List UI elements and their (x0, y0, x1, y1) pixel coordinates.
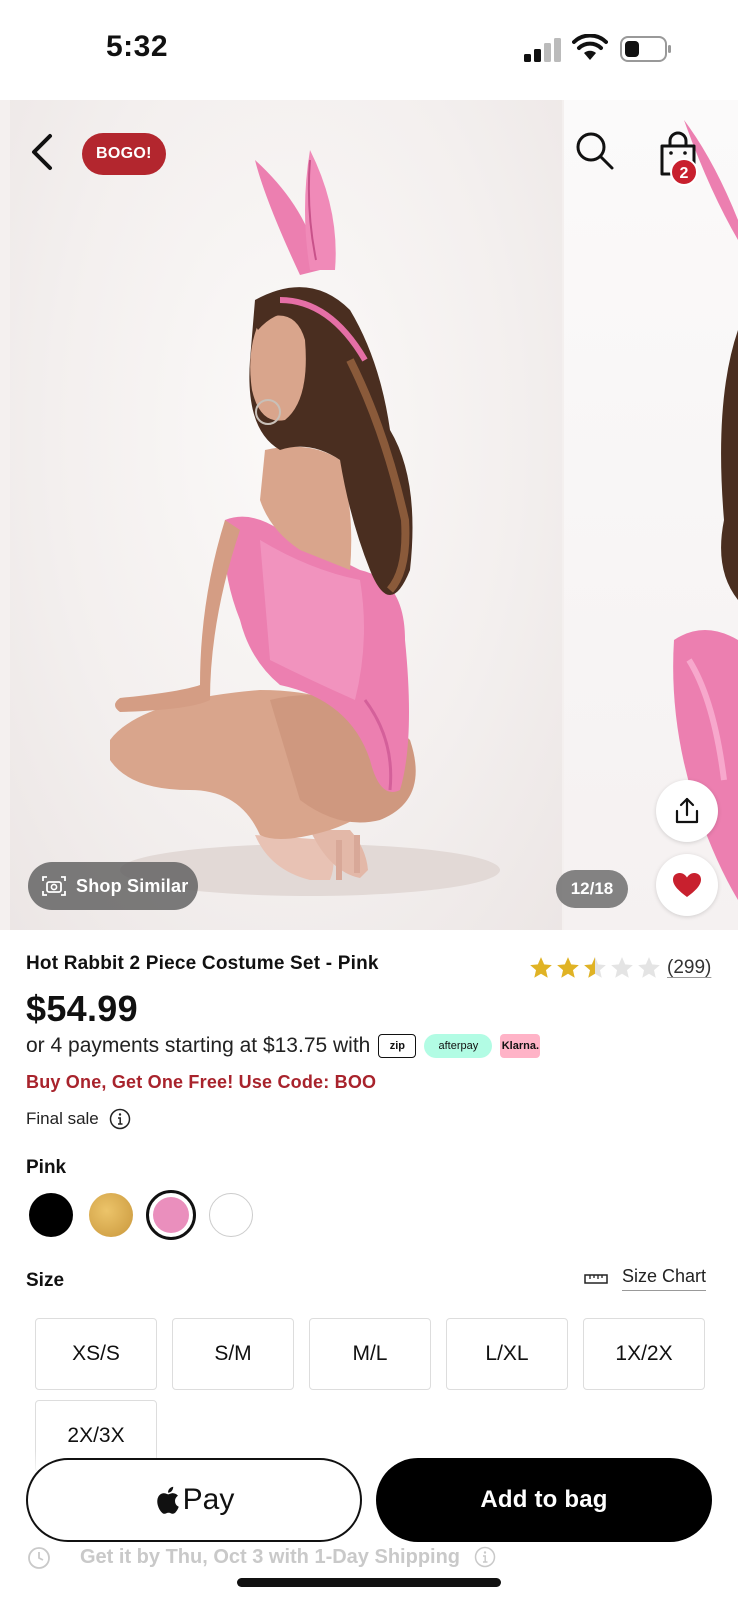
wifi-icon (572, 34, 608, 60)
size-option[interactable]: S/M (172, 1318, 294, 1390)
swatch-fill (29, 1193, 73, 1237)
rating[interactable]: (299) (528, 955, 711, 981)
status-time: 5:32 (106, 30, 169, 63)
heart-icon (673, 873, 701, 897)
size-chart-link[interactable]: Size Chart (584, 1266, 707, 1291)
swatch-gold[interactable] (86, 1190, 136, 1240)
shipping-info: Get it by Thu, Oct 3 with 1-Day Shipping (26, 1540, 726, 1574)
camera-scan-icon (42, 876, 66, 896)
swatch-fill (209, 1193, 253, 1237)
size-option[interactable]: L/XL (446, 1318, 568, 1390)
home-indicator (237, 1578, 501, 1587)
size-label: Size (26, 1270, 65, 1291)
swatch-fill (89, 1193, 133, 1237)
shop-similar-button[interactable]: Shop Similar (28, 862, 198, 910)
swatch-white[interactable] (206, 1190, 256, 1240)
star-empty-icon (638, 957, 660, 978)
swatch-fill (153, 1197, 189, 1233)
star-full-icon (557, 957, 579, 978)
product-title: Hot Rabbit 2 Piece Costume Set - Pink (26, 953, 379, 974)
favorite-button[interactable] (656, 854, 718, 916)
share-icon (675, 797, 699, 824)
size-chart-label: Size Chart (622, 1266, 707, 1291)
afterpay-logo[interactable]: afterpay (424, 1034, 493, 1058)
color-swatches (26, 1190, 266, 1240)
search-icon[interactable] (574, 130, 616, 172)
star-full-icon (530, 957, 552, 978)
info-icon[interactable] (474, 1546, 496, 1568)
final-sale-label: Final sale (26, 1109, 99, 1128)
apple-pay-button[interactable]: Pay (26, 1458, 362, 1542)
size-option[interactable]: 1X/2X (583, 1318, 705, 1390)
apple-pay-label: Pay (182, 1483, 235, 1516)
star-empty-icon (611, 957, 633, 978)
apple-logo-icon (156, 1486, 179, 1514)
product-gallery[interactable] (0, 100, 738, 930)
promo-text: Buy One, Get One Free! Use Code: BOO (26, 1072, 377, 1092)
swatch-black[interactable] (26, 1190, 76, 1240)
back-arrow-icon[interactable] (26, 130, 60, 174)
klarna-logo[interactable]: Klarna. (500, 1034, 541, 1058)
installments-text: or 4 payments starting at $13.75 with (26, 1034, 371, 1057)
status-bar: 5:32 (0, 0, 738, 100)
price: $54.99 (26, 988, 138, 1029)
share-button[interactable] (656, 780, 718, 842)
ruler-icon (584, 1273, 608, 1284)
battery-icon (620, 36, 671, 62)
shop-similar-label: Shop Similar (76, 875, 189, 896)
shipping-text: Get it by Thu, Oct 3 with 1-Day Shipping (80, 1545, 461, 1568)
image-counter: 12/18 (556, 870, 628, 908)
star-half-icon (584, 957, 606, 978)
clock-icon (28, 1547, 50, 1569)
size-option[interactable]: XS/S (35, 1318, 157, 1390)
final-sale: Final sale (26, 1108, 131, 1130)
bogo-badge: BOGO! (82, 133, 166, 175)
installments: or 4 payments starting at $13.75 with zi… (26, 1034, 541, 1058)
add-to-bag-button[interactable]: Add to bag (376, 1458, 712, 1542)
size-option[interactable]: M/L (309, 1318, 431, 1390)
swatch-pink[interactable] (146, 1190, 196, 1240)
zip-logo[interactable]: zip (378, 1034, 417, 1058)
signal-icon (524, 38, 561, 62)
product-photo[interactable] (10, 100, 562, 930)
cart-count-badge: 2 (670, 158, 698, 186)
info-icon[interactable] (109, 1108, 131, 1130)
color-label: Pink (26, 1157, 67, 1178)
review-count[interactable]: (299) (667, 957, 711, 979)
